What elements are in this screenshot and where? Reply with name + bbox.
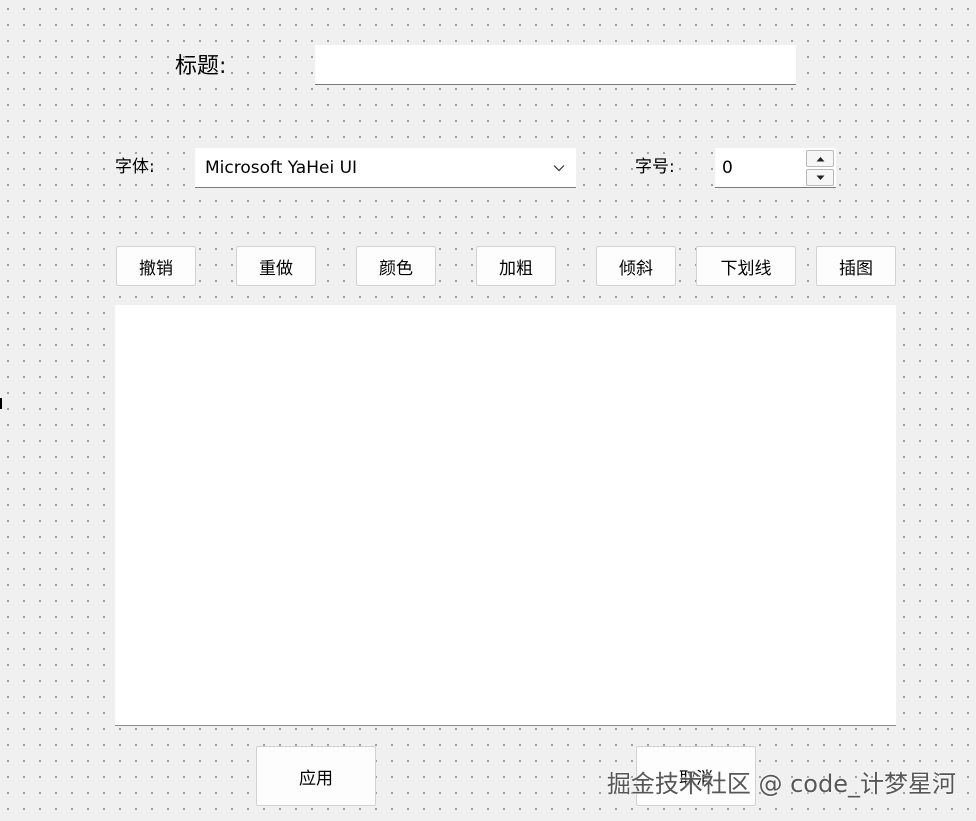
underline-button[interactable]: 下划线 bbox=[696, 246, 796, 286]
font-combobox-value: Microsoft YaHei UI bbox=[205, 157, 358, 178]
rich-text-editor[interactable] bbox=[115, 305, 896, 726]
arrow-up-icon bbox=[816, 156, 824, 161]
undo-button[interactable]: 撤销 bbox=[116, 246, 196, 286]
chevron-down-icon[interactable] bbox=[552, 161, 566, 175]
font-label: 字体: bbox=[115, 157, 155, 177]
spin-up-button[interactable] bbox=[806, 150, 834, 167]
edge-marker bbox=[0, 398, 2, 409]
italic-button[interactable]: 倾斜 bbox=[596, 246, 676, 286]
size-label: 字号: bbox=[635, 157, 675, 177]
bold-button[interactable]: 加粗 bbox=[476, 246, 556, 286]
watermark-text: 掘金技术社区 @ code_计梦星河 bbox=[606, 770, 956, 798]
apply-button[interactable]: 应用 bbox=[256, 746, 376, 806]
title-label: 标题: bbox=[175, 54, 227, 79]
color-button[interactable]: 颜色 bbox=[356, 246, 436, 286]
redo-button[interactable]: 重做 bbox=[236, 246, 316, 286]
size-spinbox[interactable]: 0 bbox=[715, 148, 836, 188]
spin-down-button[interactable] bbox=[806, 169, 834, 186]
insert-image-button[interactable]: 插图 bbox=[816, 246, 896, 286]
size-value[interactable]: 0 bbox=[722, 148, 733, 188]
font-combobox[interactable]: Microsoft YaHei UI bbox=[195, 148, 576, 188]
title-input[interactable] bbox=[315, 45, 796, 85]
arrow-down-icon bbox=[816, 175, 824, 180]
